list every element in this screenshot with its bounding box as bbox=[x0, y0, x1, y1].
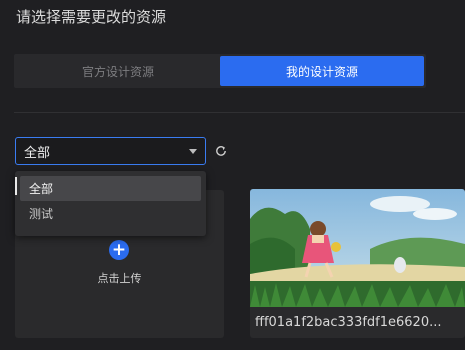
category-select[interactable]: 全部 bbox=[15, 137, 206, 165]
resource-tabs: 官方设计资源 我的设计资源 bbox=[14, 54, 426, 88]
page-title: 请选择需要更改的资源 bbox=[16, 8, 167, 26]
caret-down-icon bbox=[189, 148, 197, 154]
dropdown-option-test[interactable]: 测试 bbox=[20, 201, 201, 226]
category-select-value: 全部 bbox=[24, 145, 51, 161]
resource-card[interactable]: fff01a1f2bac333fdf1e6620... bbox=[250, 189, 465, 338]
upload-label[interactable]: 点击上传 bbox=[15, 270, 224, 286]
divider bbox=[14, 112, 465, 113]
resource-thumbnail[interactable] bbox=[250, 189, 465, 307]
plus-icon[interactable]: + bbox=[109, 240, 129, 260]
refresh-icon[interactable] bbox=[214, 144, 228, 158]
category-dropdown-menu: 全部 测试 bbox=[15, 171, 206, 236]
tab-official-resources[interactable]: 官方设计资源 bbox=[16, 56, 220, 86]
tab-my-resources[interactable]: 我的设计资源 bbox=[220, 56, 424, 86]
dropdown-option-all[interactable]: 全部 bbox=[20, 176, 201, 201]
resource-caption: fff01a1f2bac333fdf1e6620... bbox=[255, 315, 442, 330]
scroll-indicator bbox=[15, 177, 17, 195]
